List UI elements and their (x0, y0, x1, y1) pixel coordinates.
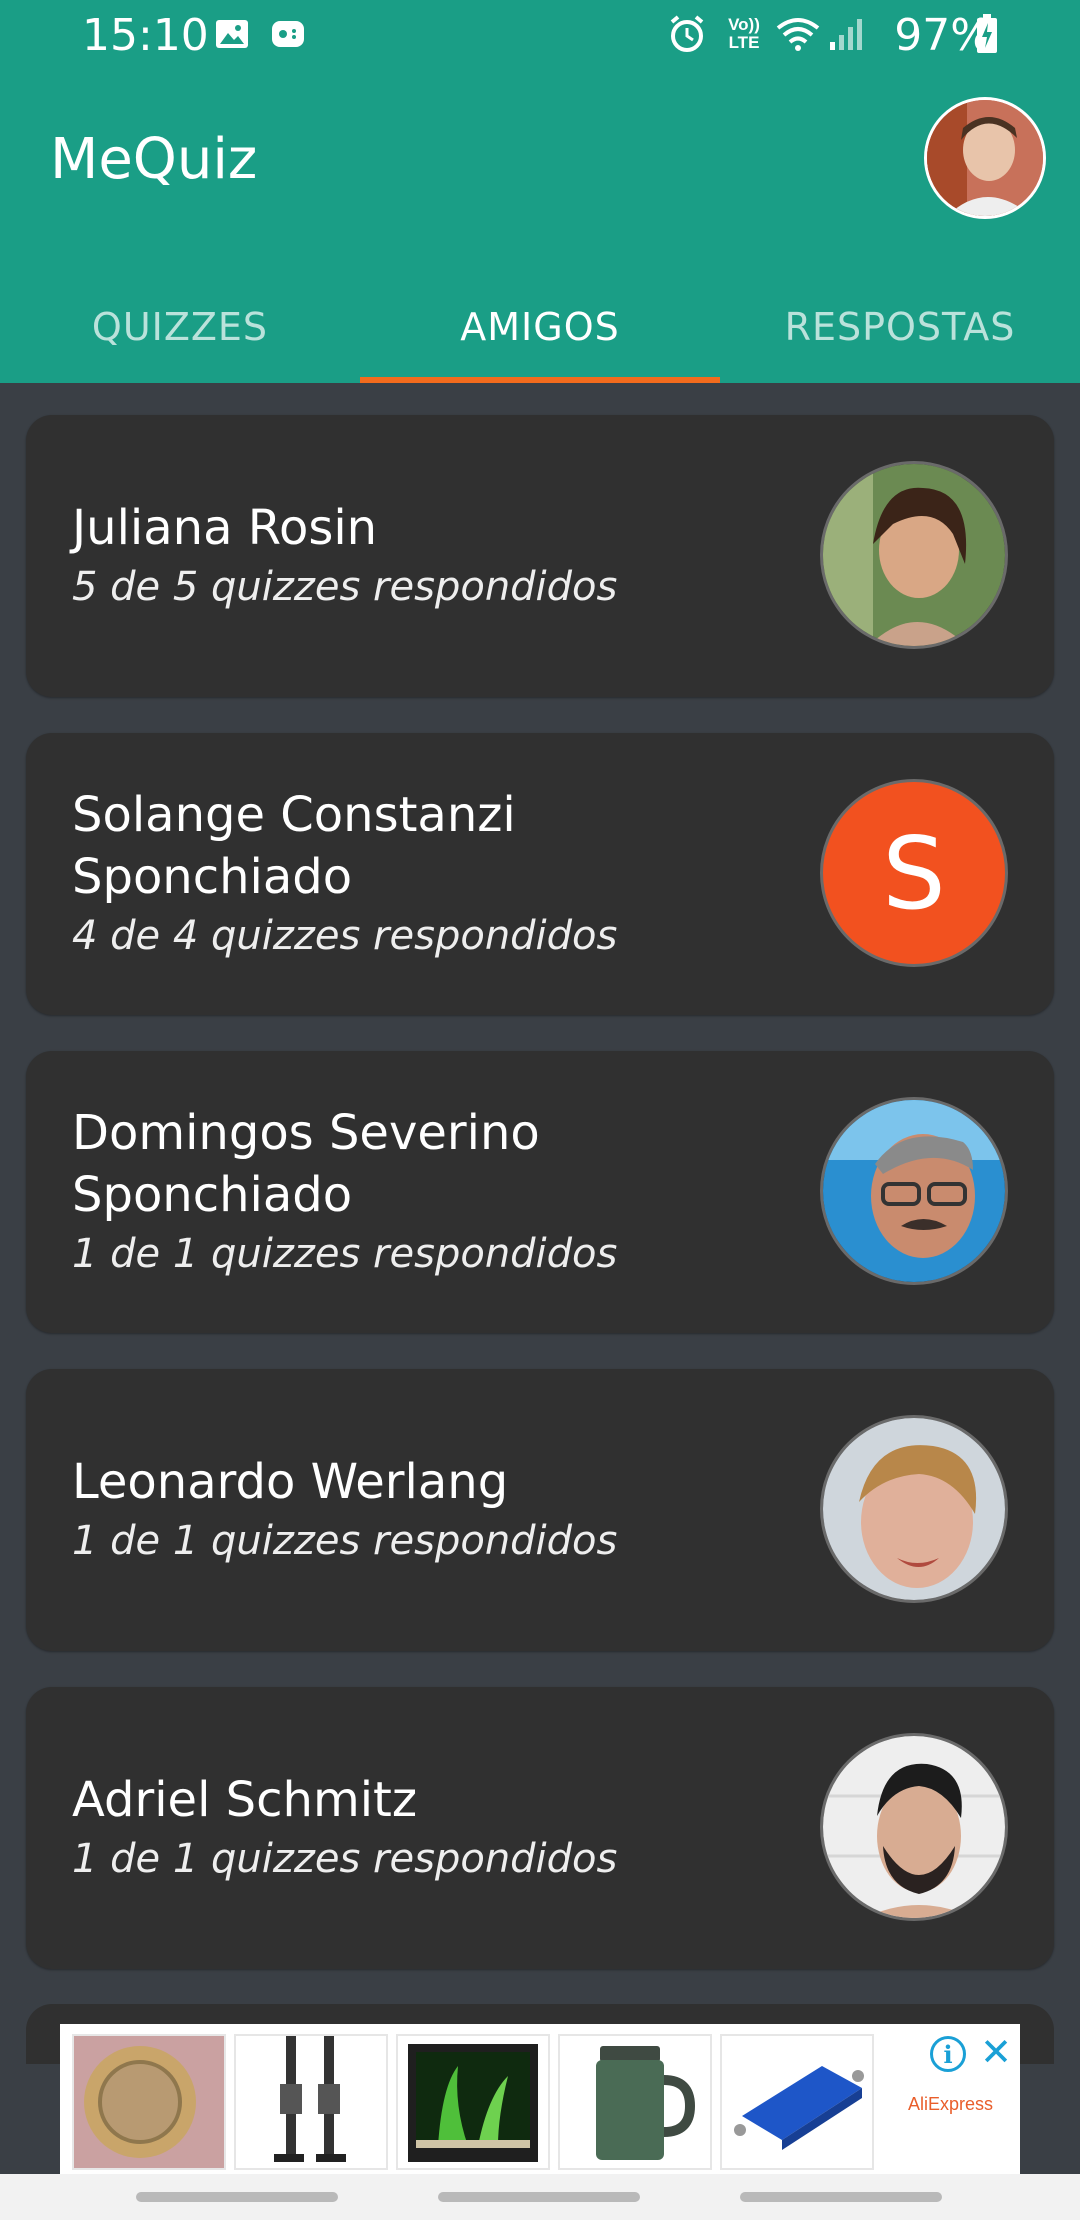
wifi-icon (772, 14, 824, 54)
friends-list: Juliana Rosin 5 de 5 quizzes respondidos… (26, 415, 1054, 2005)
tab-quizzes[interactable]: QUIZZES (0, 270, 360, 383)
friend-quiz-count: 4 de 4 quizzes respondidos (72, 913, 618, 959)
friend-name: Leonardo Werlang (72, 1454, 509, 1510)
nav-home-button[interactable] (438, 2192, 640, 2202)
ad-stilts-image[interactable] (234, 2034, 388, 2170)
friend-quiz-count: 5 de 5 quizzes respondidos (72, 564, 618, 610)
tab-bar: QUIZZES AMIGOS RESPOSTAS (0, 270, 1080, 383)
signal-icon (826, 14, 866, 54)
app-bar: 15:10 Vo)) LTE 97% MeQuiz QUIZZES AMIGOS… (0, 0, 1080, 383)
friend-name: Adriel Schmitz (72, 1772, 418, 1828)
friend-name: Solange Constanzi Sponchiado (72, 787, 516, 905)
tab-amigos[interactable]: AMIGOS (360, 270, 720, 383)
ad-coin-image[interactable] (72, 2034, 226, 2170)
ad-signal-booster-image[interactable] (720, 2034, 874, 2170)
friend-quiz-count: 1 de 1 quizzes respondidos (72, 1836, 618, 1882)
friend-quiz-count: 1 de 1 quizzes respondidos (72, 1231, 618, 1277)
profile-avatar[interactable] (924, 97, 1046, 219)
ad-brand-label: AliExpress (908, 2094, 994, 2114)
status-bar: 15:10 Vo)) LTE 97% (0, 0, 1080, 72)
gallery-icon (212, 14, 252, 54)
ad-info-icon[interactable]: i (930, 2036, 966, 2072)
friend-avatar (820, 461, 1008, 649)
friend-avatar (820, 1733, 1008, 1921)
friend-name: Juliana Rosin (72, 500, 378, 556)
friend-name: Domingos Severino Sponchiado (72, 1105, 540, 1223)
friend-avatar (820, 1415, 1008, 1603)
ad-thermos-image[interactable] (558, 2034, 712, 2170)
friend-quiz-count: 1 de 1 quizzes respondidos (72, 1518, 618, 1564)
friend-initial-avatar: S (820, 779, 1008, 967)
system-nav-bar (0, 2174, 1080, 2220)
battery-icon (974, 14, 1000, 54)
nav-recents-button[interactable] (136, 2192, 338, 2202)
ad-banner[interactable]: i ✕ AliExpress (60, 2024, 1020, 2174)
nav-back-button[interactable] (740, 2192, 942, 2202)
friend-card-domingos[interactable]: Domingos Severino Sponchiado 1 de 1 quiz… (26, 1051, 1054, 1333)
tab-respostas[interactable]: RESPOSTAS (720, 270, 1080, 383)
ad-close-icon[interactable]: ✕ (976, 2032, 1016, 2072)
alarm-icon (665, 14, 709, 54)
friend-card-juliana[interactable]: Juliana Rosin 5 de 5 quizzes respondidos (26, 415, 1054, 697)
friend-card-leonardo[interactable]: Leonardo Werlang 1 de 1 quizzes respondi… (26, 1369, 1054, 1651)
status-time: 15:10 (82, 10, 209, 61)
game-icon (268, 14, 308, 54)
app-title: MeQuiz (50, 127, 258, 192)
friend-card-solange[interactable]: Solange Constanzi Sponchiado 4 de 4 quiz… (26, 733, 1054, 1015)
friend-avatar (820, 1097, 1008, 1285)
volte-icon: Vo)) LTE (728, 15, 760, 52)
friend-card-adriel[interactable]: Adriel Schmitz 1 de 1 quizzes respondido… (26, 1687, 1054, 1969)
ad-aquarium-image[interactable] (396, 2034, 550, 2170)
